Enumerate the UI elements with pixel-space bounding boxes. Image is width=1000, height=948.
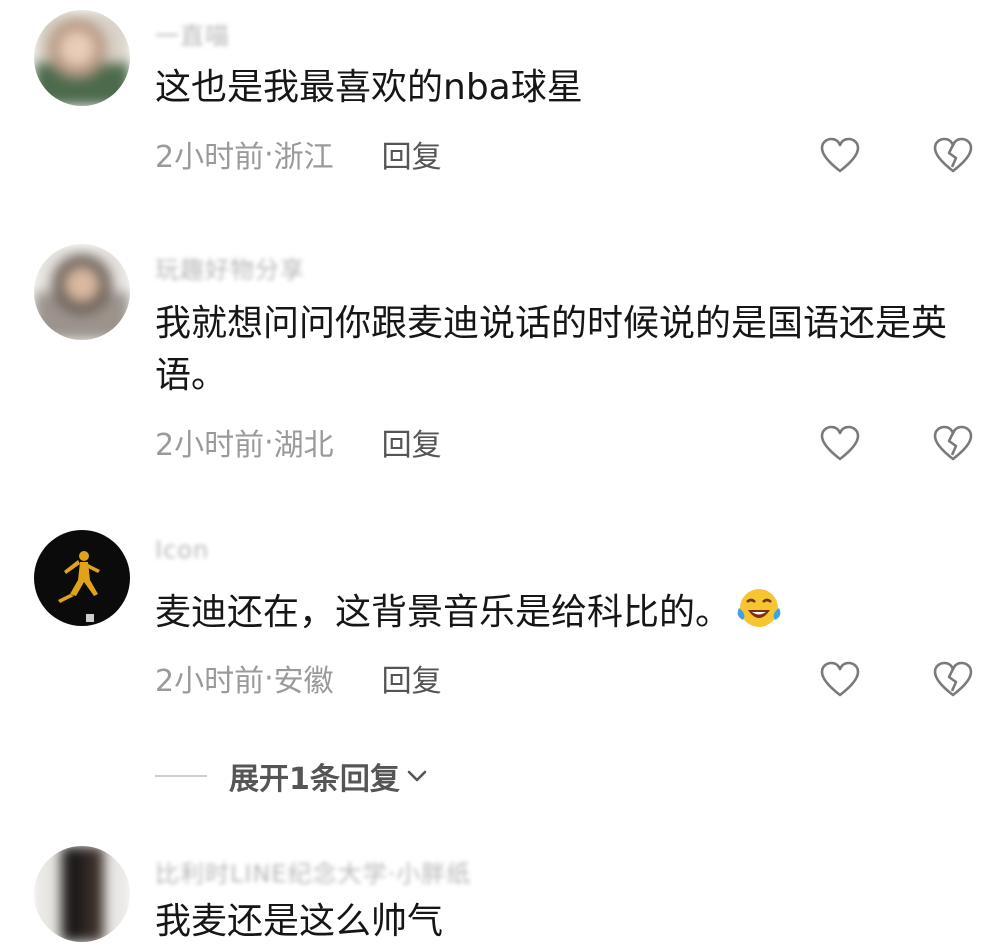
comment-meta: 2小时前 · 湖北 回复 [155, 420, 442, 464]
avatar[interactable] [34, 10, 130, 106]
like-button[interactable] [819, 424, 861, 464]
timestamp: 2小时前 [155, 428, 265, 463]
heart-outline-icon [820, 661, 860, 697]
like-button[interactable] [819, 136, 861, 176]
heart-outline-icon [820, 425, 860, 461]
like-button[interactable] [819, 660, 861, 700]
avatar[interactable] [34, 846, 130, 942]
meta-separator: · [264, 660, 274, 696]
divider-line [155, 775, 207, 777]
comment-meta: 2小时前 · 浙江 回复 [155, 132, 442, 176]
expand-replies-label: 展开1条回复 [229, 762, 400, 797]
location: 安徽 [273, 664, 334, 699]
username[interactable]: Icon [155, 536, 209, 566]
username[interactable]: 玩趣好物分享 [155, 250, 305, 284]
username[interactable]: 比利时LINE纪念大学·小胖纸 [155, 854, 471, 888]
jumpman-logo-icon [58, 551, 100, 622]
comment-meta: 2小时前 · 安徽 回复 [155, 656, 442, 700]
timestamp: 2小时前 [155, 140, 265, 175]
avatar[interactable] [34, 530, 130, 626]
dislike-button[interactable] [932, 660, 974, 700]
reply-button[interactable]: 回复 [382, 132, 442, 176]
comment-text: 这也是我最喜欢的nba球星 [155, 67, 583, 108]
username[interactable]: 一直喵 [155, 16, 230, 50]
broken-heart-outline-icon [933, 137, 973, 173]
avatar[interactable] [34, 244, 130, 340]
comment-text: 我麦还是这么帅气 [155, 901, 444, 942]
expand-replies-button[interactable]: 展开1条回复 [155, 756, 430, 797]
chevron-down-icon [407, 770, 427, 782]
meta-separator: · [264, 424, 274, 460]
dislike-button[interactable] [932, 424, 974, 464]
meta-separator: · [264, 136, 274, 172]
comment-text: 我就想问问你跟麦迪说话的时候说的是国语还是英语。 [155, 303, 948, 396]
broken-heart-outline-icon [933, 661, 973, 697]
comment-text-content: 麦迪还在，这背景音乐是给科比的。 [155, 592, 732, 633]
comment-text: 麦迪还在，这背景音乐是给科比的。 [155, 586, 960, 645]
laughing-tears-emoji-icon [735, 586, 783, 645]
location: 湖北 [273, 428, 334, 463]
reply-button[interactable]: 回复 [382, 420, 442, 464]
location: 浙江 [273, 140, 334, 175]
heart-outline-icon [820, 137, 860, 173]
broken-heart-outline-icon [933, 425, 973, 461]
reply-button[interactable]: 回复 [382, 656, 442, 700]
dislike-button[interactable] [932, 136, 974, 176]
timestamp: 2小时前 [155, 664, 265, 699]
